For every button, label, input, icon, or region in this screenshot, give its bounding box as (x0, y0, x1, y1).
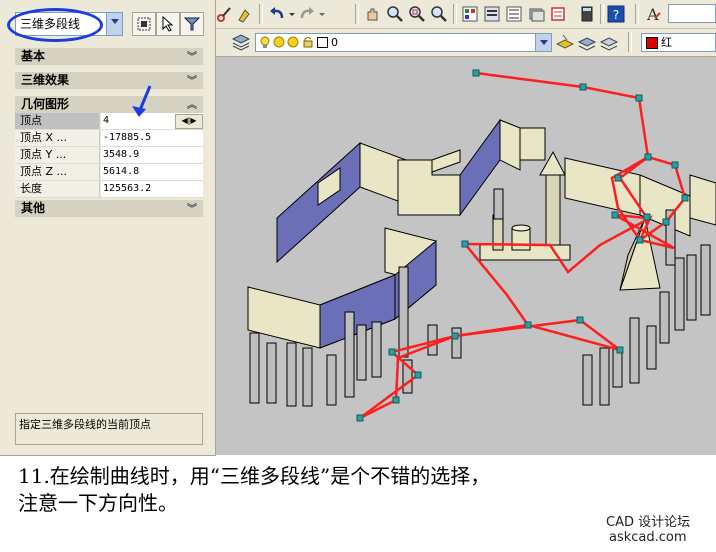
properties-palette: 三维多段线 基本 ︾ 三维效果 ︾ 几何图形 ︽ 顶点 4 ◀|▶ 顶点 X ... … (0, 0, 216, 456)
quick-select-icon[interactable] (180, 12, 204, 36)
chevron-double-down-icon[interactable]: ︾ (187, 73, 197, 90)
annotation-ellipse (7, 8, 103, 42)
geometry-property-grid: 顶点 4 ◀|▶ 顶点 X ... -17885.5 顶点 Y ... 3548… (15, 113, 203, 198)
property-key: 顶点 X ... (15, 130, 100, 146)
standard-toolbar: ? A (205, 0, 716, 29)
svg-text:?: ? (613, 8, 619, 22)
chevron-down-icon[interactable] (106, 13, 122, 35)
toggle-pickadd-icon[interactable] (132, 12, 156, 36)
caption-line-2: 注意一下方向性。 (18, 491, 178, 515)
annotation-arrow-icon (132, 85, 152, 117)
toolbar-separator (355, 4, 359, 24)
zoom-previous-icon[interactable] (429, 4, 449, 24)
category-basic[interactable]: 基本 ︾ (15, 48, 203, 65)
svg-text:A: A (646, 5, 659, 24)
lock-icon[interactable] (302, 36, 314, 48)
text-style-combo[interactable] (668, 4, 716, 23)
select-objects-icon[interactable] (156, 12, 180, 36)
text-style-icon[interactable]: A (643, 4, 663, 24)
layer-states-icon[interactable] (599, 32, 619, 52)
chevron-double-down-icon[interactable]: ︾ (187, 49, 197, 66)
property-value[interactable]: 3548.9 (101, 147, 203, 163)
property-key: 长度 (15, 181, 100, 197)
layer-combo[interactable]: 0 (255, 33, 552, 52)
color-name: 红 (661, 36, 672, 49)
caption-line-1: 11.在绘制曲线时，用“三维多段线”是个不错的选择， (18, 464, 491, 488)
layer-manager-icon[interactable] (231, 32, 251, 52)
category-geometry[interactable]: 几何图形 ︽ (15, 96, 203, 113)
toolbar-separator (453, 4, 457, 24)
toolbar-separator (600, 4, 604, 24)
quickcalc-icon[interactable] (577, 4, 597, 24)
chevron-double-down-icon[interactable]: ︾ (187, 201, 197, 218)
property-row-vertex-x[interactable]: 顶点 X ... -17885.5 (15, 130, 203, 147)
toolbar-separator (628, 32, 632, 52)
property-value[interactable]: -17885.5 (101, 130, 203, 146)
property-key: 顶点 Y ... (15, 147, 100, 163)
help-icon[interactable]: ? (606, 4, 626, 24)
zoom-realtime-icon[interactable] (385, 4, 405, 24)
property-row-vertex-z[interactable]: 顶点 Z ... 5614.8 (15, 164, 203, 181)
properties-icon[interactable] (460, 4, 480, 24)
undo-icon[interactable] (267, 4, 287, 24)
redo-dropdown-icon[interactable] (317, 4, 327, 24)
freeze-sun-icon[interactable] (273, 36, 285, 48)
zoom-window-icon[interactable] (407, 4, 427, 24)
lightbulb-icon[interactable] (260, 36, 270, 48)
tutorial-caption: 11.在绘制曲线时，用“三维多段线”是个不错的选择， 注意一下方向性。 (18, 463, 658, 517)
tool-palettes-icon[interactable] (504, 4, 524, 24)
color-combo[interactable]: 红 (641, 33, 716, 52)
toolbar-separator (259, 4, 263, 24)
layer-name: 0 (331, 36, 338, 49)
property-value[interactable]: 5614.8 (101, 164, 203, 180)
watermark-title: CAD 设计论坛 (606, 515, 691, 530)
property-key: 顶点 (15, 113, 100, 129)
category-3d-effects[interactable]: 三维效果 ︾ (15, 72, 203, 89)
drawing-viewport[interactable] (205, 56, 716, 455)
markup-icon[interactable] (548, 4, 568, 24)
layers-toolbar: 0 红 (205, 29, 716, 57)
chevron-double-up-icon[interactable]: ︽ (187, 97, 197, 114)
redo-icon[interactable] (297, 4, 317, 24)
design-center-icon[interactable] (482, 4, 502, 24)
toolbar-separator (635, 4, 639, 24)
chevron-down-icon[interactable] (535, 34, 551, 51)
property-row-vertex[interactable]: 顶点 4 ◀|▶ (15, 113, 203, 130)
undo-dropdown-icon[interactable] (287, 4, 297, 24)
property-value: 125563.2 (101, 181, 203, 197)
cut-icon[interactable] (215, 4, 235, 24)
layer-color-swatch (317, 37, 328, 48)
category-other[interactable]: 其他 ︾ (15, 200, 203, 217)
color-swatch (646, 37, 658, 49)
vertex-stepper[interactable]: ◀|▶ (175, 114, 203, 129)
pan-icon[interactable] (363, 4, 383, 24)
viewport-freeze-icon[interactable] (287, 36, 299, 48)
layer-previous-icon[interactable] (577, 32, 597, 52)
match-properties-icon[interactable] (235, 4, 255, 24)
property-key: 顶点 Z ... (15, 164, 100, 180)
property-description: 指定三维多段线的当前顶点 (15, 413, 203, 445)
watermark-url: askcad.com (609, 530, 687, 545)
property-row-vertex-y[interactable]: 顶点 Y ... 3548.9 (15, 147, 203, 164)
property-row-length[interactable]: 长度 125563.2 (15, 181, 203, 198)
make-current-layer-icon[interactable] (555, 32, 575, 52)
sheet-set-icon[interactable] (526, 4, 546, 24)
